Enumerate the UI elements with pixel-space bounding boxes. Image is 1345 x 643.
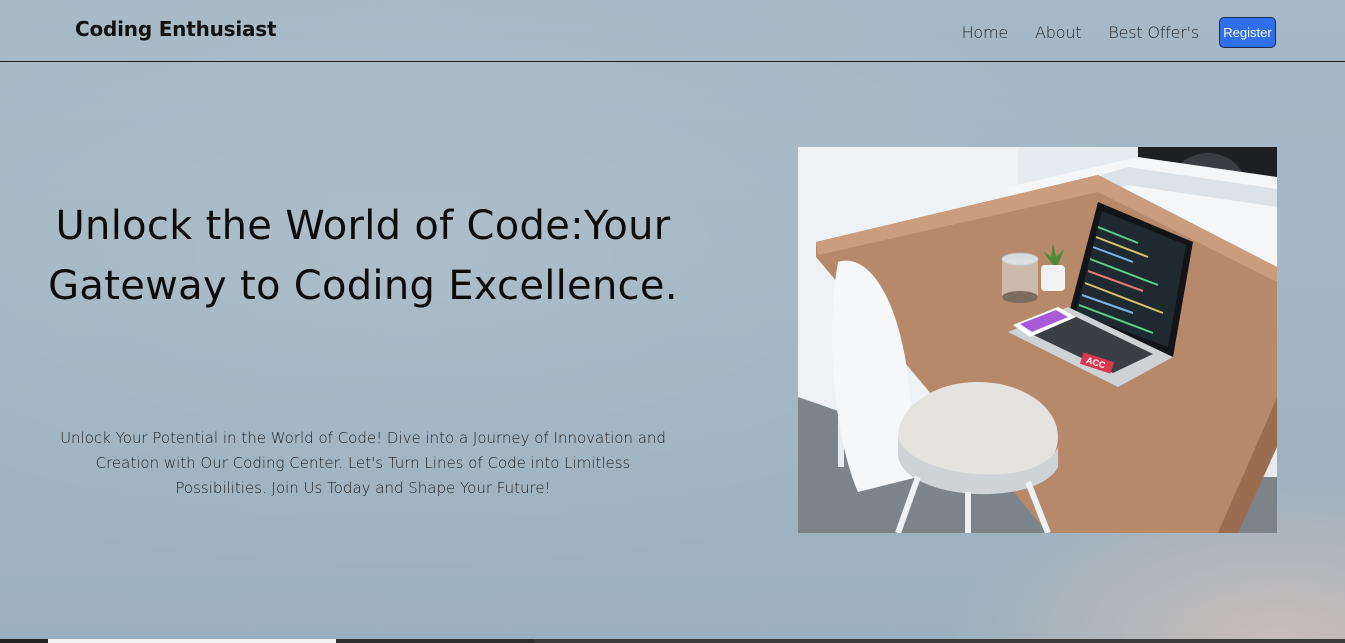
bottom-divider xyxy=(0,639,1345,643)
nav-best-offers-link[interactable]: Best Offer's xyxy=(1108,23,1199,42)
desk-laptop-photo: ACC xyxy=(798,147,1277,533)
register-button[interactable]: Register xyxy=(1219,17,1276,48)
hero-image: ACC xyxy=(798,147,1277,533)
brand-logo[interactable]: Coding Enthusiast xyxy=(75,17,277,41)
navbar: Coding Enthusiast Home About Best Offer'… xyxy=(0,0,1345,62)
hero-title: Unlock the World of Code:Your Gateway to… xyxy=(48,203,678,309)
nav-home-link[interactable]: Home xyxy=(962,23,1009,42)
nav-links: Home About Best Offer's Register xyxy=(962,17,1276,48)
hero-subtitle: Unlock Your Potential in the World of Co… xyxy=(60,429,666,497)
nav-about-link[interactable]: About xyxy=(1035,23,1082,42)
